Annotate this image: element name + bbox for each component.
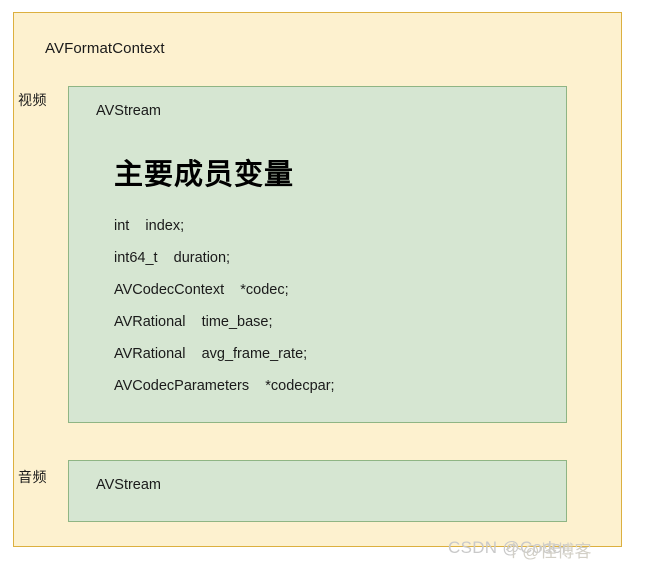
avformatcontext-label: AVFormatContext xyxy=(45,40,165,57)
avstream-label-video: AVStream xyxy=(96,103,162,119)
avstream-box-audio: AVStream xyxy=(68,460,567,522)
member-variable-item: AVRational time_base; xyxy=(114,314,273,330)
member-variable-list: int index; int64_t duration; AVCodecCont… xyxy=(114,210,335,402)
member-variable-item: int64_t duration; xyxy=(114,250,231,266)
side-label-audio: 音频 xyxy=(18,469,47,485)
avstream-box-video: AVStream 主要成员变量 int index; int64_t durat… xyxy=(68,86,567,423)
member-variable-item: int index; xyxy=(114,218,185,234)
member-variable-item: AVCodecParameters *codecpar; xyxy=(114,378,335,394)
avstream-label-audio: AVStream xyxy=(96,477,162,493)
diagram-canvas: AVFormatContext 视频 音频 AVStream 主要成员变量 in… xyxy=(0,0,664,571)
member-variable-item: AVCodecContext *codec; xyxy=(114,282,289,298)
member-variable-item: AVRational avg_frame_rate; xyxy=(114,346,308,362)
members-heading: 主要成员变量 xyxy=(114,159,295,191)
side-label-video: 视频 xyxy=(18,92,47,108)
